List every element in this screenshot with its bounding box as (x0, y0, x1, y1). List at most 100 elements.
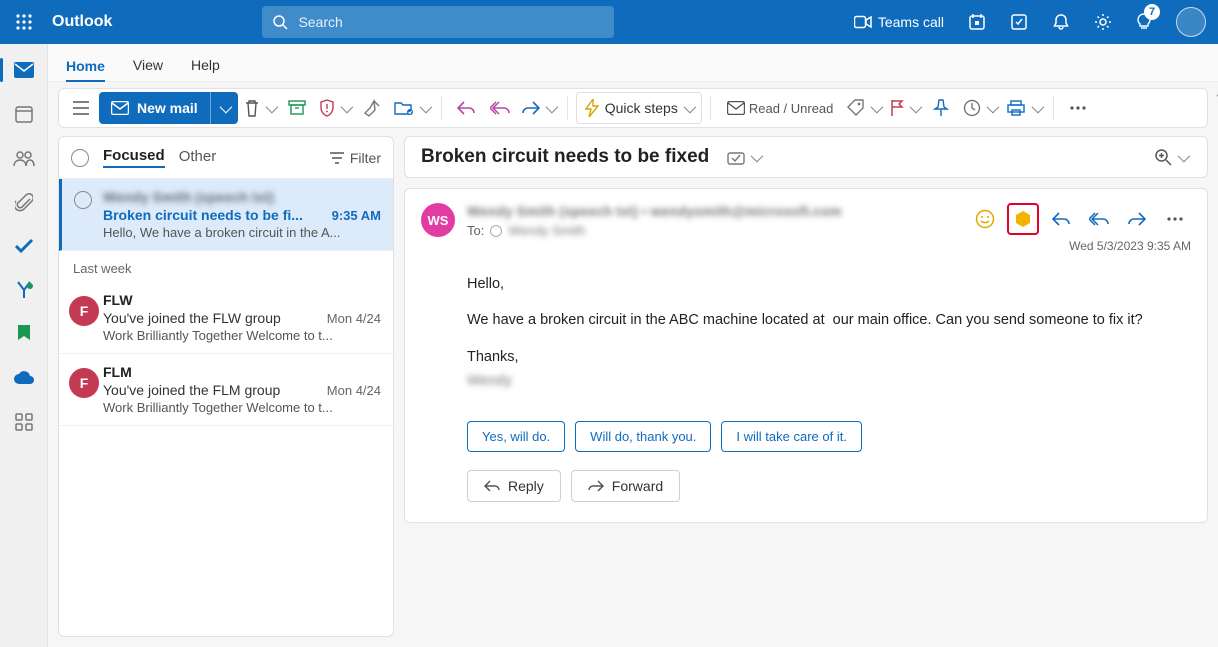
hamburger-button[interactable] (65, 92, 97, 124)
msg-more-button[interactable] (1159, 203, 1191, 235)
nav-todo[interactable] (0, 226, 48, 266)
group-last-week: Last week (59, 251, 393, 282)
filter-button[interactable]: Filter (330, 150, 381, 166)
reply-all-icon (1089, 212, 1109, 226)
tab-bar: Home View Help (48, 44, 1218, 82)
search-box[interactable] (262, 6, 614, 38)
forward-icon (1128, 212, 1146, 226)
forward-icon (522, 101, 540, 115)
people-icon (13, 149, 35, 167)
list-item-preview: Hello, We have a broken circuit in the A… (103, 225, 381, 240)
new-mail-menu[interactable] (210, 92, 238, 124)
list-item[interactable]: F FLM You've joined the FLM group Mon 4/… (59, 354, 393, 426)
settings-button[interactable] (1082, 0, 1124, 44)
snooze-button[interactable] (959, 92, 1000, 124)
print-button[interactable] (1002, 92, 1045, 124)
react-button[interactable] (969, 203, 1001, 235)
msg-forward-button[interactable] (1121, 203, 1153, 235)
hamburger-icon (73, 101, 89, 115)
list-item-time: 9:35 AM (332, 208, 381, 223)
select-all-toggle[interactable] (71, 149, 89, 167)
apps-icon (15, 413, 33, 431)
nav-people[interactable] (0, 138, 48, 178)
nav-bookings[interactable] (0, 314, 48, 354)
categorize-button[interactable] (843, 92, 884, 124)
msg-reply-all-button[interactable] (1083, 203, 1115, 235)
bolt-icon (585, 99, 599, 117)
meet-now-button[interactable] (956, 0, 998, 44)
forward-large-button[interactable]: Forward (571, 470, 680, 502)
message-action-bar (969, 203, 1191, 235)
reply-all-button[interactable] (484, 92, 516, 124)
cloud-icon (13, 370, 35, 386)
tab-focused[interactable]: Focused (103, 147, 165, 168)
new-mail-label: New mail (137, 100, 198, 116)
msg-reply-button[interactable] (1045, 203, 1077, 235)
list-item-avatar: F (69, 368, 99, 398)
yammer-icon (14, 280, 34, 300)
zoom-button[interactable] (1150, 141, 1191, 173)
bookings-icon (15, 324, 33, 344)
addin-field-service-button[interactable] (1007, 203, 1039, 235)
notifications-button[interactable] (1040, 0, 1082, 44)
pin-button[interactable] (925, 92, 957, 124)
list-item-preview: Work Brilliantly Together Welcome to t..… (103, 328, 381, 343)
tab-other[interactable]: Other (179, 148, 217, 167)
print-icon (1006, 100, 1026, 116)
app-launcher[interactable] (0, 0, 48, 44)
sweep-button[interactable] (356, 92, 388, 124)
new-mail-button[interactable]: New mail (99, 92, 210, 124)
body-thanks: Thanks, (467, 346, 1167, 368)
mail-icon (13, 61, 35, 79)
delete-button[interactable] (240, 92, 279, 124)
gear-icon (1094, 13, 1112, 31)
list-item[interactable]: F FLW You've joined the FLW group Mon 4/… (59, 282, 393, 354)
tab-home[interactable]: Home (66, 58, 105, 82)
forward-large-label: Forward (612, 478, 663, 494)
quick-steps-button[interactable]: Quick steps (576, 92, 702, 124)
suggested-reply[interactable]: I will take care of it. (721, 421, 862, 452)
select-toggle[interactable] (74, 191, 92, 209)
list-item-time: Mon 4/24 (327, 311, 381, 326)
nav-mail[interactable] (0, 50, 48, 90)
nav-calendar[interactable] (0, 94, 48, 134)
tag-icon (847, 99, 865, 117)
account-button[interactable] (1164, 0, 1218, 44)
avatar (1176, 7, 1206, 37)
nav-onedrive[interactable] (0, 358, 48, 398)
list-item-from: FLW (103, 292, 381, 308)
my-day-button[interactable] (998, 0, 1040, 44)
filter-label: Filter (350, 150, 381, 166)
read-unread-button[interactable]: Read / Unread (719, 92, 842, 124)
reading-header: Broken circuit needs to be fixed (404, 136, 1208, 178)
forward-button[interactable] (518, 92, 559, 124)
search-input[interactable] (298, 14, 604, 30)
day-icon (1010, 13, 1028, 31)
more-ribbon-button[interactable] (1062, 92, 1094, 124)
reply-large-button[interactable]: Reply (467, 470, 561, 502)
reply-button[interactable] (450, 92, 482, 124)
teams-call-button[interactable]: Teams call (842, 0, 956, 44)
body-greeting: Hello, (467, 273, 1167, 295)
nav-files[interactable] (0, 182, 48, 222)
list-header: Focused Other Filter (59, 137, 393, 179)
reply-icon (457, 101, 475, 115)
move-button[interactable] (390, 92, 433, 124)
suggested-reply[interactable]: Yes, will do. (467, 421, 565, 452)
ribbon: New mail Quick steps Read / Unread (58, 88, 1208, 128)
tips-button[interactable]: 7 (1124, 0, 1164, 44)
broom-icon (363, 99, 381, 117)
zoom-icon (1154, 148, 1172, 166)
nav-more-apps[interactable] (0, 402, 48, 442)
tab-view[interactable]: View (133, 57, 163, 81)
tab-help[interactable]: Help (191, 57, 220, 81)
ellipsis-icon (1166, 216, 1184, 222)
flag-button[interactable] (886, 92, 923, 124)
suggested-reply[interactable]: Will do, thank you. (575, 421, 711, 452)
report-button[interactable] (315, 92, 354, 124)
list-item[interactable]: Wendy Smith (speech txt) Broken circuit … (59, 179, 393, 251)
message-body: Hello, We have a broken circuit in the A… (467, 273, 1167, 407)
archive-button[interactable] (281, 92, 313, 124)
conversation-actions[interactable] (723, 141, 764, 173)
nav-yammer[interactable] (0, 270, 48, 310)
